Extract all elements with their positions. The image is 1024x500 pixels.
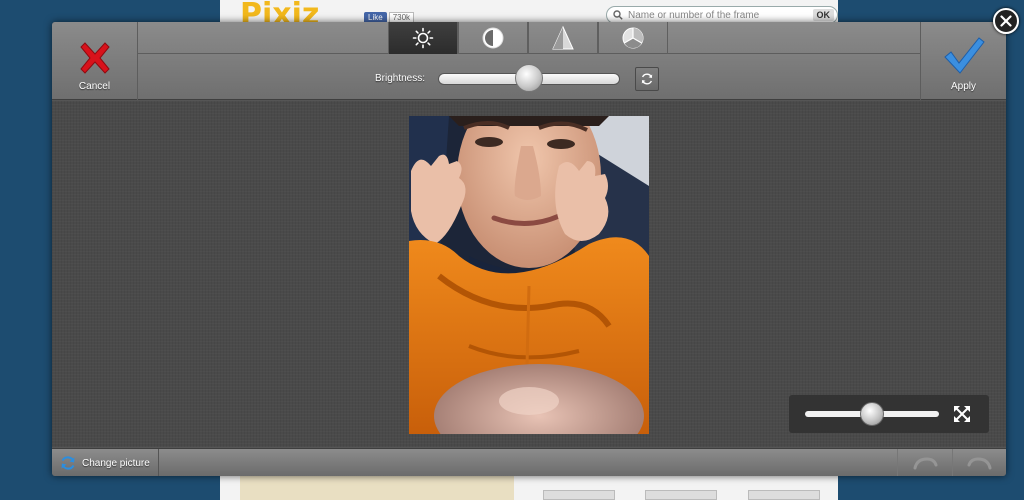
tab-sharpness[interactable] [528,22,598,54]
refresh-icon [641,73,653,85]
tab-saturation[interactable] [598,22,668,54]
editing-canvas [52,101,1006,447]
background-thumbnail [543,490,615,500]
edited-photo[interactable] [409,116,649,434]
brightness-label: Brightness: [375,73,426,84]
saturation-icon [622,27,644,49]
editor-footer: Change picture [52,448,1006,476]
photo-image [409,116,649,434]
sharpness-icon [552,25,574,50]
refresh-icon [61,456,75,470]
checkmark-icon [943,37,985,74]
editor-toolbar: Cancel Brightness: Apply [52,22,1006,100]
apply-label: Apply [950,81,976,92]
zoom-slider-handle[interactable] [860,402,884,426]
tab-brightness[interactable] [388,22,458,54]
change-picture-label: Change picture [82,457,150,469]
search-ok-button: OK [812,9,834,21]
cancel-label: Cancel [78,81,111,92]
adjustment-tabs [138,22,920,54]
brightness-icon [412,27,434,49]
undo-icon [913,457,937,470]
photo-editor-dialog: Cancel Brightness: Apply Change picture [52,22,1006,476]
tab-contrast[interactable] [458,22,528,54]
search-icon [613,10,623,20]
redo-icon [967,457,991,470]
fullscreen-button[interactable] [952,405,972,423]
adjustment-slider-row: Brightness: [138,55,920,100]
site-logo: Pixiz [240,0,320,24]
background-thumbnail [748,490,820,500]
cancel-button[interactable]: Cancel [52,22,138,100]
background-panel [240,476,514,500]
search-placeholder: Name or number of the frame [628,9,760,21]
zoom-controls [789,395,989,433]
cancel-x-icon [79,42,110,74]
close-icon [1000,15,1012,27]
redo-button[interactable] [952,449,1006,476]
expand-icon [954,406,970,422]
background-thumbnail [645,490,717,500]
close-dialog-button[interactable] [993,8,1019,34]
apply-button[interactable]: Apply [920,22,1006,100]
brightness-slider-handle[interactable] [515,64,543,92]
contrast-icon [482,27,504,49]
reset-button[interactable] [635,67,659,91]
change-picture-button[interactable]: Change picture [52,449,159,476]
undo-button[interactable] [897,449,951,476]
